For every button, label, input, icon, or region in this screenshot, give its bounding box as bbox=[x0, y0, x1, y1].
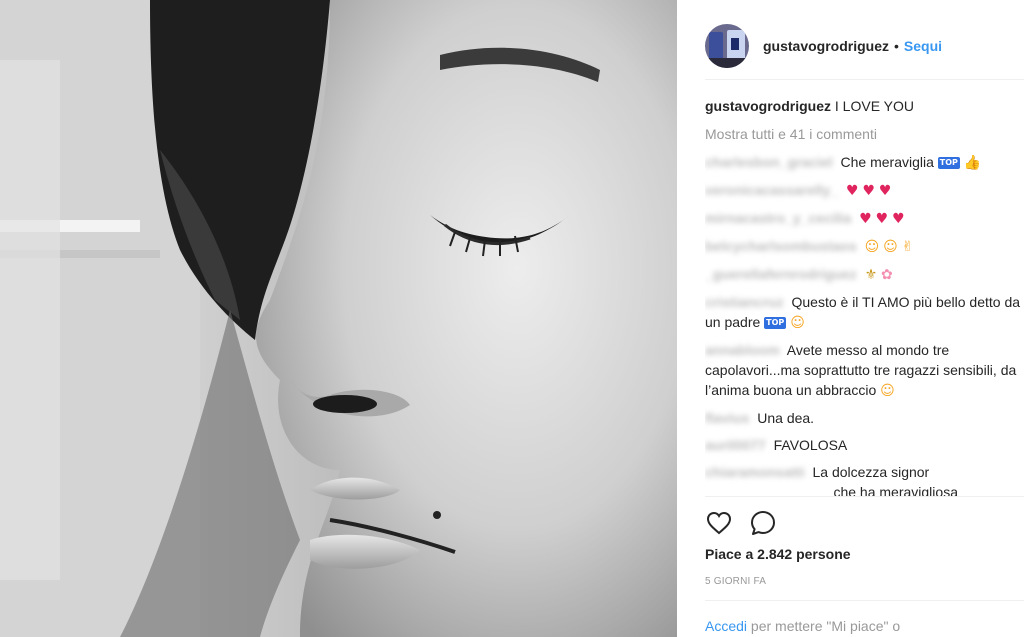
comment-item: belcycharlsombustaos ☺ ☺ ✌ bbox=[705, 236, 1021, 257]
view-all-comments-link[interactable]: Mostra tutti e 41 i commenti bbox=[705, 124, 1021, 144]
login-prompt-text: per mettere "Mi piace" o bbox=[747, 618, 901, 634]
sparkling-heart-icon: ♥ bbox=[859, 211, 872, 227]
comment-item: _guerellafernrodriguez ⚜ ✿ bbox=[705, 264, 1021, 285]
caption: gustavogrodriguez I LOVE YOU bbox=[705, 96, 1021, 116]
comments-list[interactable]: gustavogrodriguez I LOVE YOU Mostra tutt… bbox=[705, 96, 1021, 496]
comment-item: chiaramonsatti La dolcezza signor ______… bbox=[705, 462, 1021, 496]
comment-username[interactable]: annabloom bbox=[705, 342, 780, 358]
comment-username[interactable]: veronicacassarelly_ bbox=[705, 182, 838, 198]
top-icon: TOP bbox=[937, 157, 960, 169]
fleur-de-lis-icon: ⚜ bbox=[864, 267, 878, 283]
heart-icon: ♥ bbox=[846, 183, 859, 199]
thumbs-up-icon: 👍 bbox=[963, 155, 982, 171]
comment-username[interactable]: cristiancruz bbox=[705, 294, 784, 310]
heart-icon: ♥ bbox=[862, 183, 876, 199]
comment-text: FAVOLOSA bbox=[773, 437, 848, 453]
comment-username[interactable]: chiaramonsatti bbox=[705, 464, 805, 480]
login-prompt: Accedi per mettere "Mi piace" o bbox=[705, 618, 900, 634]
comment-item: annabloom Avete messo al mondo tre capol… bbox=[705, 340, 1021, 401]
likes-count[interactable]: Piace a 2.842 persone bbox=[705, 546, 851, 562]
heart-outline-icon[interactable] bbox=[705, 509, 733, 537]
comment-item: charlesbon_graciel Che meraviglia TOP 👍 bbox=[705, 152, 1021, 173]
fingers-crossed-icon: ✌ bbox=[901, 239, 914, 255]
comment-item: flavius Una dea. bbox=[705, 408, 1021, 428]
post-header: gustavogrodriguez • Sequi bbox=[705, 12, 1024, 80]
comment-item: veronicacassarelly_ ♥ ♥ ♥ bbox=[705, 180, 1021, 201]
comment-item: cristiancruz Questo è il TI AMO più bell… bbox=[705, 292, 1021, 333]
separator-dot: • bbox=[894, 37, 899, 54]
comment-username[interactable]: auril0077 bbox=[705, 437, 766, 453]
post-panel: gustavogrodriguez • Sequi gustavogrodrig… bbox=[677, 0, 1024, 637]
caption-username[interactable]: gustavogrodriguez bbox=[705, 98, 831, 114]
heart-eyes-icon: ☺ bbox=[864, 239, 880, 255]
heart-eyes-icon: ☺ bbox=[883, 239, 898, 255]
sparkling-heart-icon: ♥ bbox=[875, 211, 889, 227]
comment-username[interactable]: belcycharlsombustaos bbox=[705, 238, 857, 254]
heart-icon: ♥ bbox=[878, 183, 892, 199]
comment-item: mirnacastro_y_cecilia ♥ ♥ ♥ bbox=[705, 208, 1021, 229]
avatar[interactable] bbox=[705, 23, 749, 68]
top-icon: TOP bbox=[764, 317, 787, 329]
sparkling-heart-icon: ♥ bbox=[892, 211, 905, 227]
heart-eyes-icon: ☺ bbox=[790, 315, 805, 331]
comment-username[interactable]: flavius bbox=[705, 410, 749, 426]
comment-item: auril0077 FAVOLOSA bbox=[705, 435, 1021, 455]
follow-button[interactable]: Sequi bbox=[904, 38, 942, 54]
username[interactable]: gustavogrodriguez bbox=[763, 38, 889, 54]
comment-bubble-icon[interactable] bbox=[749, 509, 777, 537]
comment-username[interactable]: _guerellafernrodriguez bbox=[705, 266, 857, 282]
login-link[interactable]: Accedi bbox=[705, 618, 747, 634]
kiss-icon: ☺ bbox=[880, 383, 895, 399]
comment-username[interactable]: charlesbon_graciel bbox=[705, 154, 833, 170]
action-bar bbox=[705, 508, 793, 538]
comment-username[interactable]: mirnacastro_y_cecilia bbox=[705, 210, 851, 226]
caption-text: I LOVE YOU bbox=[834, 98, 915, 114]
comment-text: Che meraviglia bbox=[840, 154, 934, 170]
divider bbox=[705, 496, 1024, 497]
comment-text: Una dea. bbox=[757, 410, 815, 426]
post-time[interactable]: 5 GIORNI FA bbox=[705, 576, 766, 587]
post-photo[interactable] bbox=[0, 0, 677, 637]
divider bbox=[705, 600, 1024, 601]
blossom-icon: ✿ bbox=[881, 267, 893, 283]
